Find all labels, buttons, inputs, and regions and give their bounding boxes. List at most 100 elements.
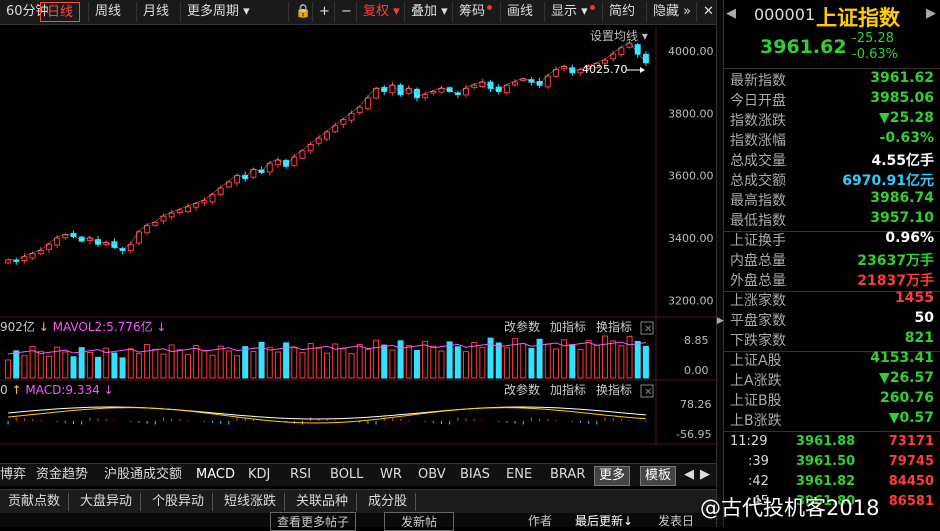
candle-body — [463, 87, 470, 96]
tab-monthly[interactable]: 月线 — [136, 2, 175, 22]
macd-edit-params[interactable]: 改参数 — [504, 382, 540, 397]
volume-bar — [201, 349, 208, 379]
tab-obv[interactable]: OBV — [418, 466, 446, 484]
y-tick-label: 0.00 — [684, 364, 709, 377]
tab-game[interactable]: 博弈 — [0, 466, 26, 484]
volume-bar — [642, 345, 649, 379]
candle-body — [626, 42, 633, 48]
tab-hk-connect[interactable]: 沪股通成交额 — [104, 466, 182, 484]
quote-panel: ◀ 000001 上证指数 ▶ 3961.62 -25.28 -0.63% 最新… — [724, 0, 940, 527]
ma-setting-button[interactable]: 设置均线 ▾ — [590, 29, 648, 43]
tab-rsi[interactable]: RSI — [290, 466, 311, 484]
hide-button[interactable]: 隐藏 » — [646, 2, 697, 22]
panel-divider[interactable]: ▶ — [716, 0, 724, 527]
new-post-button[interactable]: 发新帖 — [384, 512, 455, 531]
candle-body — [176, 209, 183, 213]
scroll-left-icon[interactable]: ◀ — [684, 466, 694, 484]
macd-swap-indicator[interactable]: 换指标 — [596, 382, 632, 397]
quote-row-label: 今日开盘 — [730, 93, 786, 109]
quote-row: 上涨家数 1455 — [730, 290, 936, 310]
volume-bar — [266, 346, 273, 379]
last-update-column[interactable]: 最后更新↓ — [575, 512, 633, 529]
volume-bar — [299, 352, 306, 379]
tick-row: :42 3961.82 84450 — [726, 474, 938, 494]
volume-bar — [634, 340, 641, 379]
tab-more-periods[interactable]: 更多周期 ▾ — [180, 2, 256, 22]
mavol-value: MAVOL2:5.776亿 — [53, 319, 153, 334]
tab-daily[interactable]: 日线 — [40, 2, 81, 22]
tab-related[interactable]: 关联品种 — [288, 493, 358, 511]
candle-body — [193, 203, 200, 208]
volume-bar — [144, 343, 151, 379]
candle-body — [217, 187, 224, 195]
tab-market-alert[interactable]: 大盘异动 — [72, 493, 142, 511]
kline-chart[interactable]: 4000.00 3800.00 3600.00 3400.00 3200.00 … — [0, 26, 716, 446]
tab-macd[interactable]: MACD — [196, 466, 235, 484]
candle-body — [332, 125, 339, 133]
high-annotation: 4025.70 — [582, 63, 628, 76]
tab-contribution[interactable]: 贡献点数 — [0, 493, 70, 511]
quote-row-value: 260.76 — [879, 390, 934, 406]
candle-body — [184, 206, 191, 213]
quote-row-label: 最新指数 — [730, 73, 786, 89]
author-column[interactable]: 作者 — [528, 512, 552, 529]
volume-bar — [463, 351, 470, 379]
volume-bar — [13, 350, 20, 379]
volume-bar — [454, 346, 461, 379]
candle-body — [307, 143, 314, 152]
tab-short-term[interactable]: 短线涨跌 — [216, 493, 286, 511]
tab-stock-alert[interactable]: 个股异动 — [144, 493, 214, 511]
tab-kdj[interactable]: KDJ — [248, 466, 270, 484]
tab-bias[interactable]: BIAS — [460, 466, 490, 484]
prev-arrow-icon[interactable]: ◀ — [726, 6, 736, 21]
quote-row: 最高指数 3986.74 — [730, 190, 936, 210]
ma-lines — [8, 41, 647, 261]
zoom-out-button[interactable]: − — [334, 2, 358, 22]
candle-body — [5, 259, 12, 264]
more-posts-button[interactable]: 查看更多帖子 — [270, 512, 357, 531]
volume-bar — [479, 346, 486, 379]
collapse-handle-icon[interactable]: ▶ — [717, 316, 724, 326]
volume-bar — [242, 346, 249, 379]
next-arrow-icon[interactable]: ▶ — [926, 6, 936, 21]
quote-row: 上证B股 260.76 — [730, 390, 936, 410]
draw-line-button[interactable]: 画线 — [500, 2, 539, 22]
publish-column[interactable]: 发表日 — [658, 512, 694, 529]
tab-weekly[interactable]: 周线 — [88, 2, 127, 22]
volume-bar — [552, 348, 559, 379]
volume-add-indicator[interactable]: 加指标 — [550, 319, 586, 334]
volume-bar — [184, 354, 191, 379]
adjust-button[interactable]: 复权 ▾ — [356, 2, 406, 22]
volume-edit-params[interactable]: 改参数 — [504, 319, 540, 334]
quote-row: 上A涨跌 ▼26.57 — [730, 370, 936, 390]
candle-body — [299, 150, 306, 159]
overlay-button[interactable]: 叠加 ▾ — [404, 2, 454, 22]
more-indicators-button[interactable]: 更多 — [594, 466, 631, 486]
chips-button[interactable]: 筹码 — [452, 2, 498, 22]
volume-bar — [438, 350, 445, 379]
tab-boll[interactable]: BOLL — [330, 466, 363, 484]
tab-ene[interactable]: ENE — [506, 466, 532, 484]
tab-wr[interactable]: WR — [380, 466, 402, 484]
zoom-in-button[interactable]: + — [312, 2, 336, 22]
quote-row: 最低指数 3957.10 — [730, 210, 936, 230]
quote-row-value: 821 — [904, 330, 934, 346]
arrow-up-icon: ↑ — [11, 383, 21, 397]
candle-body — [348, 112, 355, 121]
scroll-right-icon[interactable]: ▶ — [700, 466, 710, 484]
candle-body — [438, 87, 445, 93]
tab-fund-trend[interactable]: 资金趋势 — [36, 466, 88, 484]
y-tick-label: 3200.00 — [668, 294, 714, 307]
display-button[interactable]: 显示 ▾ — [544, 2, 601, 22]
macd-add-indicator[interactable]: 加指标 — [550, 382, 586, 397]
tab-brar[interactable]: BRAR — [550, 466, 585, 484]
template-button[interactable]: 模板 — [640, 466, 677, 486]
simple-button[interactable]: 简约 — [602, 2, 641, 22]
arrow-down-icon: ↓ — [104, 383, 114, 397]
quote-row-label: 上涨家数 — [730, 293, 786, 309]
tab-constituents[interactable]: 成分股 — [360, 493, 417, 511]
index-name: 上证指数 — [816, 6, 900, 30]
arrow-right-icon — [640, 67, 645, 73]
volume-swap-indicator[interactable]: 换指标 — [596, 319, 632, 334]
volume-bar — [21, 355, 28, 379]
